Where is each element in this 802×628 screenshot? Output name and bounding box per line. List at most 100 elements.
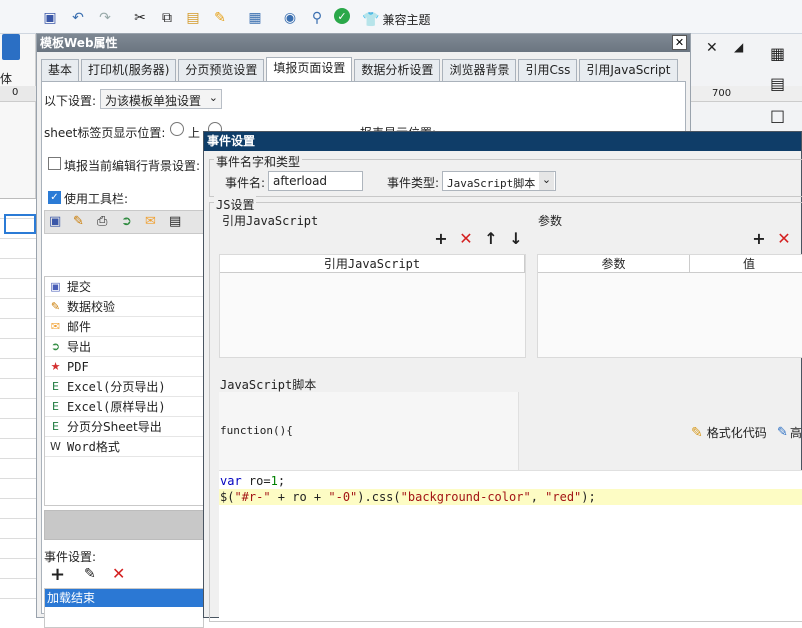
- add-param-icon[interactable]: +: [750, 230, 768, 248]
- close-icon[interactable]: ✕: [706, 40, 718, 56]
- export-icon: ➲: [50, 340, 61, 353]
- font-label: 体: [0, 72, 13, 86]
- toolbar-list-item[interactable]: ✎ 数据校验: [45, 297, 203, 317]
- close-icon[interactable]: ✕: [672, 35, 687, 50]
- edit-icon: ✎: [777, 425, 788, 440]
- ruler-right: 700: [690, 86, 802, 102]
- cut-icon[interactable]: ✂: [130, 8, 150, 28]
- function-signature: function(){: [220, 424, 293, 437]
- ruler-mark: 0: [12, 87, 19, 98]
- arrow-down-icon[interactable]: ↓: [507, 230, 525, 248]
- toolbar-list-item[interactable]: W Word格式: [45, 437, 203, 457]
- dialog-title: 事件设置: [204, 132, 801, 151]
- param-column-header[interactable]: 参数: [538, 255, 690, 273]
- tab-page-preview[interactable]: 分页预览设置: [178, 59, 265, 81]
- advanced-label: 高: [789, 426, 802, 440]
- toolbar-list-item[interactable]: ★ PDF: [45, 357, 203, 377]
- event-type-value: JavaScript脚本: [447, 177, 536, 190]
- function-header-area: function(){: [219, 392, 519, 470]
- event-name-input[interactable]: afterload: [268, 171, 363, 191]
- selected-cell[interactable]: [4, 214, 36, 234]
- toolbar-list-item-label: Word格式: [67, 440, 120, 454]
- toolbar-list-item[interactable]: ▣ 提交: [45, 277, 203, 297]
- fill-bg-checkbox[interactable]: [48, 157, 61, 170]
- theme-button[interactable]: 👕 兼容主题: [362, 11, 430, 28]
- ref-js-column-header[interactable]: 引用JavaScript: [220, 255, 525, 273]
- delete-param-icon[interactable]: ✕: [775, 230, 793, 248]
- chevron-down-icon: ⌄: [539, 172, 554, 190]
- edit-event-icon[interactable]: ✎: [84, 566, 96, 582]
- tab-browser-bg[interactable]: 浏览器背景: [442, 59, 517, 81]
- grid-icon[interactable]: ▤: [169, 214, 181, 229]
- tab-ref-js[interactable]: 引用JavaScript: [579, 59, 678, 81]
- paste-icon[interactable]: ▤: [183, 8, 203, 28]
- word-icon: W: [50, 440, 61, 453]
- setting-select[interactable]: 为该模板单独设置 ⌄: [100, 89, 222, 109]
- excel-icon: E: [52, 380, 59, 393]
- mail-icon[interactable]: ✉: [145, 214, 156, 229]
- check-icon[interactable]: ✓: [334, 8, 350, 24]
- toolbar-list-item[interactable]: ✉ 邮件: [45, 317, 203, 337]
- delete-event-icon[interactable]: ✕: [112, 564, 125, 583]
- side-icon-form[interactable]: ▤: [770, 74, 785, 93]
- brush-icon[interactable]: ✎: [210, 8, 230, 28]
- print-icon[interactable]: ⎙: [97, 214, 107, 229]
- delete-icon[interactable]: ✕: [457, 230, 475, 248]
- name-type-group-label: 事件名字和类型: [214, 153, 303, 170]
- grid-column: [0, 198, 36, 618]
- chevron-down-icon: ⌄: [208, 91, 218, 104]
- pin-icon[interactable]: ◢: [734, 40, 743, 54]
- toolbar-list-item-label: 邮件: [67, 320, 92, 334]
- code-line-1: var ro=1;: [220, 474, 286, 488]
- value-column-header[interactable]: 值: [690, 255, 802, 273]
- redo-icon[interactable]: ↷: [95, 8, 115, 28]
- toolbar-list-item[interactable]: E Excel(原样导出): [45, 397, 203, 417]
- event-type-select[interactable]: JavaScript脚本 ⌄: [442, 171, 556, 191]
- app-logo-icon: [2, 34, 20, 60]
- params-table: 参数 值: [537, 254, 802, 358]
- excel-icon: E: [52, 420, 59, 433]
- tab-data-analysis[interactable]: 数据分析设置: [354, 59, 441, 81]
- toolbar-list-item-label: 导出: [67, 340, 92, 354]
- shirt-icon: 👕: [362, 11, 380, 28]
- toolbar-list-item[interactable]: E Excel(分页导出): [45, 377, 203, 397]
- export-icon[interactable]: ➲: [121, 214, 132, 229]
- format-code-button[interactable]: ✎ 格式化代码: [691, 424, 767, 441]
- toolbar-preview: ▣ ✎ ⎙ ➲ ✉ ▤: [44, 210, 204, 234]
- save-icon[interactable]: ▣: [49, 214, 61, 229]
- preview-icon[interactable]: ▦: [245, 8, 265, 28]
- format-code-label: 格式化代码: [706, 426, 767, 440]
- tab-basic[interactable]: 基本: [41, 59, 80, 81]
- radio-top[interactable]: [170, 122, 184, 136]
- advanced-button[interactable]: ✎ 高: [777, 424, 802, 441]
- tab-fill-page[interactable]: 填报页面设置: [266, 57, 353, 81]
- save-icon[interactable]: ▣: [40, 8, 60, 28]
- search-icon[interactable]: ⚲: [307, 8, 327, 28]
- excel-icon: E: [52, 400, 59, 413]
- ref-js-label: 引用JavaScript: [222, 214, 319, 228]
- eye-icon[interactable]: ◉: [280, 8, 300, 28]
- toolbar-list-item[interactable]: E 分页分Sheet导出: [45, 417, 203, 437]
- side-icon-grid[interactable]: ▦: [770, 44, 785, 63]
- event-list-item[interactable]: 加载结束: [45, 589, 203, 607]
- undo-icon[interactable]: ↶: [68, 8, 88, 28]
- copy-icon[interactable]: ⧉: [157, 8, 177, 28]
- toolbar-list-item[interactable]: ➲ 导出: [45, 337, 203, 357]
- tab-ref-css[interactable]: 引用Css: [518, 59, 578, 81]
- verify-icon[interactable]: ✎: [73, 214, 84, 229]
- add-event-icon[interactable]: +: [50, 564, 65, 585]
- add-icon[interactable]: +: [432, 230, 450, 248]
- toolbar-list-item-label: Excel(原样导出): [67, 400, 166, 414]
- setting-label: 以下设置:: [44, 94, 97, 108]
- code-editor[interactable]: var ro=1; $("#r-" + ro + "-0").css("back…: [219, 470, 802, 618]
- toolbar-list-item-label: PDF: [67, 360, 89, 374]
- params-label: 参数: [538, 214, 563, 228]
- arrow-up-icon[interactable]: ↑: [482, 230, 500, 248]
- script-label: JavaScript脚本: [220, 378, 317, 392]
- dialog-title: 模板Web属性: [37, 34, 690, 52]
- side-icon-box[interactable]: □: [770, 106, 785, 125]
- tab-printer[interactable]: 打印机(服务器): [81, 59, 177, 81]
- use-toolbar-checkbox[interactable]: ✓: [48, 191, 61, 204]
- toolbar-items-list: ▣ 提交 ✎ 数据校验 ✉ 邮件 ➲ 导出 ★ PDF E Excel(分页导出) E Excel(原样导…: [44, 276, 204, 506]
- fill-bg-label: 填报当前编辑行背景设置:: [64, 159, 201, 173]
